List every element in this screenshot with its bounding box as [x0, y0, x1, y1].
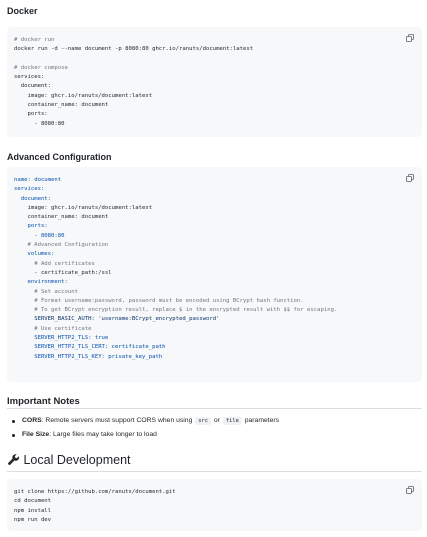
code-line: # To get BCrypt encryption result, repla…: [14, 307, 338, 314]
note-label: CORS: [22, 417, 42, 424]
bullet: [12, 419, 15, 423]
code-line: # Add certificates: [14, 260, 95, 267]
note-file-size: File Size: Large files may take longer t…: [12, 428, 279, 442]
code-line: image: ghcr.io/ranuts/document:latest: [14, 204, 153, 211]
local-code: git clone https://github.com/ranuts/docu…: [14, 488, 176, 525]
local-dev-title: Local Development: [23, 453, 131, 467]
code-line: image: ghcr.io/ranuts/document:latest: [14, 92, 153, 99]
note-text: parameters: [242, 417, 280, 424]
code-line: name: document: [14, 177, 62, 183]
advanced-heading: Advanced Configuration: [7, 152, 112, 162]
code-line: npm run dev: [14, 516, 52, 523]
wrench-icon: [8, 454, 20, 465]
code-line: container_name: document: [14, 102, 109, 109]
code-line: document:: [14, 83, 52, 90]
docker-code: # docker run docker run -d --name documen…: [14, 36, 253, 129]
code-line: npm install: [14, 507, 52, 514]
code-line: docker run -d --name document -p 8080:80…: [14, 46, 254, 53]
code-line: ports:: [14, 223, 48, 230]
note-text: : Large files may take longer to load: [49, 431, 157, 438]
code-line: ports:: [14, 111, 48, 118]
code-line: # docker run: [14, 37, 55, 43]
code-line: cd document: [14, 498, 52, 505]
local-code-block: git clone https://github.com/ranuts/docu…: [7, 479, 422, 531]
code-line: # docker compose: [14, 64, 68, 71]
copy-icon[interactable]: [406, 486, 414, 494]
code-line: SERVER_HTTP2_TLS_KEY: private_key_path: [14, 353, 163, 360]
code-line: # Set account: [14, 288, 78, 295]
code-line: services:: [14, 74, 45, 81]
inline-code-src: src: [195, 417, 212, 425]
note-text: : Remote servers must support CORS when …: [41, 417, 195, 424]
code-line: # Format username:password, password mus…: [14, 297, 304, 304]
code-line: environment:: [14, 279, 68, 286]
code-line: - certificate_path:/ssl: [14, 269, 112, 276]
copy-icon[interactable]: [406, 34, 414, 42]
code-line: git clone https://github.com/ranuts/docu…: [14, 489, 176, 495]
code-line: SERVER_HTTP2_TLS: true: [14, 335, 109, 342]
notes-divider: [7, 408, 422, 409]
docker-code-block: # docker run docker run -d --name documen…: [7, 27, 422, 137]
advanced-code-block: name: document services: document: image:…: [7, 167, 422, 382]
note-label: File Size: [22, 431, 50, 438]
docker-heading: Docker: [7, 6, 38, 16]
notes-list: CORS: Remote servers must support CORS w…: [12, 414, 279, 442]
code-line: # Use certificate: [14, 325, 92, 332]
bullet: [12, 433, 15, 437]
copy-icon[interactable]: [406, 174, 414, 182]
code-line: - 8080:80: [14, 120, 65, 127]
note-cors: CORS: Remote servers must support CORS w…: [12, 414, 279, 428]
notes-heading: Important Notes: [7, 396, 80, 407]
note-text: or: [212, 417, 222, 424]
code-line: # Advanced Configuration: [14, 242, 109, 249]
code-line: volumes:: [14, 251, 55, 258]
readme-page: Docker # docker run docker run -d --name …: [0, 0, 427, 537]
local-dev-divider: [7, 471, 422, 472]
code-line: container_name: document: [14, 214, 109, 221]
advanced-code: name: document services: document: image:…: [14, 176, 337, 362]
code-line: SERVER_HTTP2_TLS_CERT: certificate_path: [14, 344, 166, 351]
local-dev-heading: Local Development: [7, 453, 131, 467]
code-line: document:: [14, 195, 52, 202]
inline-code-file: file: [222, 417, 242, 425]
code-line: services:: [14, 186, 45, 193]
code-line: SERVER_BASIC_AUTH: 'username:BCrypt_encr…: [14, 316, 220, 323]
code-line: - 8080:80: [14, 232, 65, 239]
